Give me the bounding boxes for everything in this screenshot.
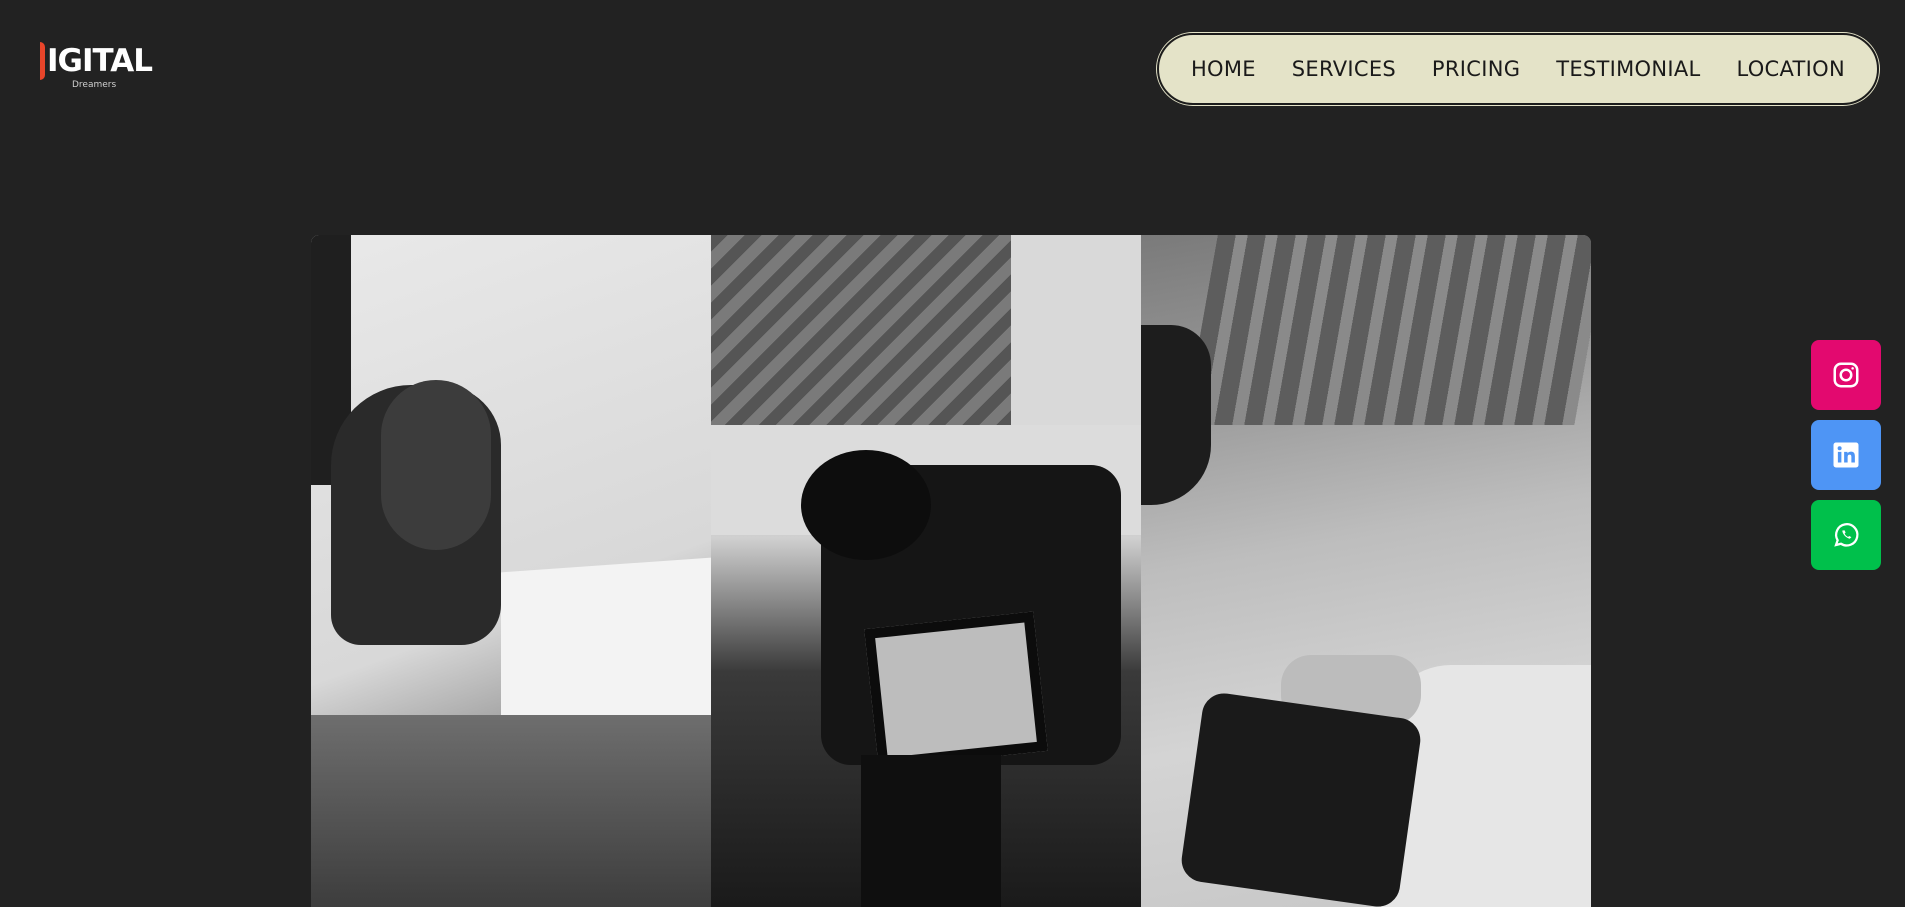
whatsapp-icon [1834, 523, 1859, 547]
camera-in-hands [1178, 690, 1424, 907]
camera-screen-image [711, 235, 1141, 907]
whatsapp-button[interactable] [1811, 500, 1881, 570]
nav-testimonial[interactable]: TESTIMONIAL [1556, 57, 1700, 81]
instagram-button[interactable] [1811, 340, 1881, 410]
patterned-wall [711, 235, 1011, 445]
tripod-shape [861, 755, 1001, 907]
nav-home[interactable]: HOME [1191, 57, 1256, 81]
hair-shape-2 [1141, 325, 1211, 505]
instagram-icon [1833, 362, 1859, 388]
nav-location[interactable]: LOCATION [1736, 57, 1845, 81]
camera-lens [801, 450, 931, 560]
logo-text: IGITAL [47, 43, 153, 79]
site-logo[interactable]: IGITAL Dreamers [40, 38, 153, 98]
nav-services[interactable]: SERVICES [1292, 57, 1396, 81]
logo-subtitle: Dreamers [72, 80, 117, 90]
table-shape [311, 715, 711, 907]
vent-shape [1184, 235, 1591, 425]
hands-camera-image [1141, 235, 1591, 907]
hair-shape [381, 380, 491, 550]
logo-wordmark: IGITAL [40, 38, 153, 80]
nav-pricing[interactable]: PRICING [1432, 57, 1520, 81]
logo-d-mark [40, 42, 45, 80]
photoshoot-product-image [311, 235, 711, 907]
hero-gallery [311, 235, 1591, 907]
main-nav: HOME SERVICES PRICING TESTIMONIAL LOCATI… [1157, 33, 1879, 105]
linkedin-button[interactable] [1811, 420, 1881, 490]
linkedin-icon [1833, 442, 1859, 468]
camera-screen [864, 611, 1048, 769]
